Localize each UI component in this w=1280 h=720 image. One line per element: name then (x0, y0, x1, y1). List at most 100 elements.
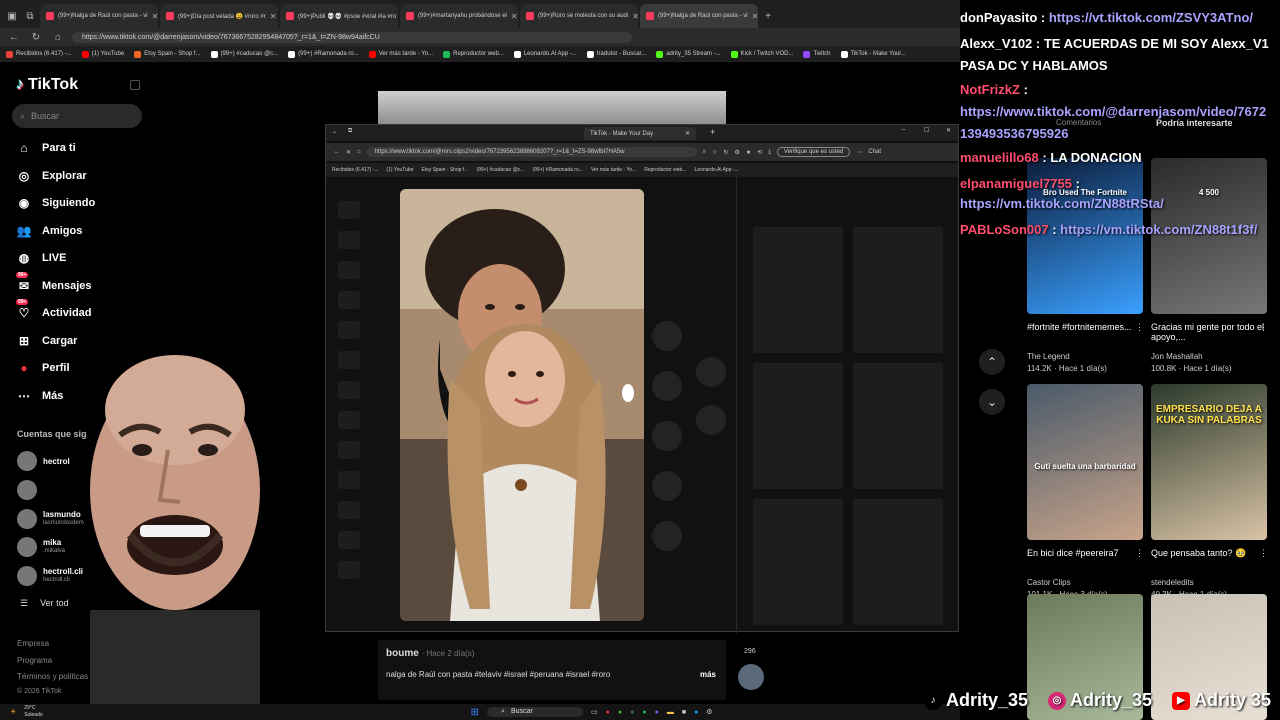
history-icon[interactable]: ⟲ (757, 149, 762, 156)
chat-button[interactable]: Chat (868, 149, 881, 155)
refresh-icon[interactable]: ↻ (28, 29, 44, 45)
favorites-icon[interactable]: ★ (746, 149, 751, 156)
stop-icon[interactable]: ✕ (346, 149, 351, 156)
chat-link[interactable]: https://vm.tiktok.com/ZN88tRSta/ (960, 196, 1164, 211)
tiktok-logo[interactable]: ♪ TikTok (16, 76, 78, 94)
search-input[interactable]: ⌕ Buscar (12, 104, 142, 128)
bookmark-item[interactable]: Recibidos (6.417) -... (6, 50, 72, 58)
bookmark-item[interactable]: (99+) #caducao @c... (210, 50, 278, 58)
close-icon[interactable]: ✕ (752, 12, 758, 21)
taskbar-search[interactable]: ⌕ Buscar (487, 707, 584, 717)
extensions-icon[interactable]: ⚙ (734, 149, 739, 156)
popup-tab[interactable]: TikTok - Make Your Day ✕ (584, 127, 696, 140)
spotify-icon[interactable]: ● (642, 709, 646, 716)
tab-might-interest[interactable]: Podría interesarte (1156, 118, 1233, 128)
settings-icon[interactable]: ⚙ (706, 708, 712, 716)
chevron-down-icon[interactable]: ⌄ (332, 128, 337, 135)
bookmark-item[interactable]: Etsy Spain - Shop f... (134, 50, 201, 58)
more-caption-button[interactable]: más (700, 670, 716, 679)
browser-tab[interactable]: (99+)Roro se molesta con su audi ✕ (520, 4, 638, 28)
popup-bookmark-item[interactable]: Ver más tarde - Yo... (591, 167, 636, 173)
bookmark-item[interactable]: TikTok - Make Your... (840, 50, 906, 58)
footer-company-link[interactable]: Empresa (17, 639, 49, 648)
video-title[interactable]: Gracias mi gente por todo el apoyo,... (1151, 322, 1271, 342)
new-tab-icon[interactable]: + (710, 127, 715, 137)
refresh-icon[interactable]: ↻ (723, 149, 728, 156)
popup-url-input[interactable]: https://www.tiktok.com/@mrs.clips2/video… (366, 147, 697, 157)
following-account[interactable]: lasmundo lasmundosdem (17, 508, 84, 530)
more-options-icon[interactable]: ⋮ (1135, 548, 1144, 559)
bookmark-item[interactable]: (1) YouTube (81, 50, 124, 58)
video-author[interactable]: stendeledits (1151, 578, 1194, 587)
collapse-sidebar-icon[interactable] (130, 80, 140, 90)
more-options-icon[interactable]: ⋮ (1135, 322, 1144, 333)
chat-link[interactable]: https://www.tiktok.com/@darrenjasom/vide… (960, 104, 1266, 119)
sidebar-item-amigos[interactable]: 👥 Amigos (16, 221, 83, 241)
following-account[interactable]: mika .mikalva (17, 536, 65, 558)
bookmark-item[interactable]: Reproductor web... (443, 50, 504, 58)
url-input[interactable]: https://www.tiktok.com/@darrenjasom/vide… (72, 31, 632, 43)
chat-link[interactable]: 139493536795926 (960, 126, 1068, 141)
app-icon[interactable]: ■ (682, 709, 686, 716)
home-icon[interactable]: ⌂ (50, 29, 66, 45)
browser-tab[interactable]: (99+)#martanyahu probándose el ✕ (400, 4, 518, 28)
chrome-icon[interactable]: ● (618, 709, 622, 716)
star-icon[interactable]: ☆ (712, 149, 717, 156)
following-account[interactable]: hectrol (17, 450, 70, 472)
popup-bookmark-item[interactable]: Leonardo.Ai App -... (695, 167, 739, 173)
sidebar-item-cargar[interactable]: ⊞ Cargar (16, 331, 78, 351)
sidebar-item-más[interactable]: ⋯ Más (16, 386, 63, 406)
discord-icon[interactable]: ● (655, 709, 659, 716)
popup-bookmark-item[interactable]: (99+) #caducao @c... (476, 167, 524, 173)
scroll-up-button[interactable]: ⌃ (979, 349, 1005, 375)
windows-start-icon[interactable]: ⊞ (471, 707, 479, 718)
opera-icon[interactable]: ● (606, 709, 610, 716)
chat-link[interactable]: https://vt.tiktok.com/ZSVY3ATno/ (1049, 10, 1253, 25)
browser-tab-active[interactable]: (99+)Nalga de Raúl con pasta - vi ✕ (640, 4, 758, 28)
popup-bookmark-item[interactable]: Etsy Spain - Shop f... (421, 167, 468, 173)
bookmark-item[interactable]: Kick / Twitch VOD... (730, 50, 793, 58)
see-all-link[interactable]: ☰ Ver tod (20, 598, 69, 609)
bookmark-item[interactable]: Ver más tarde - Yo... (368, 50, 433, 58)
sidebar-item-actividad[interactable]: ♡ 99+ Actividad (16, 299, 92, 323)
popup-bookmark-item[interactable]: Reproductor web... (644, 167, 686, 173)
home-icon[interactable]: ⌂ (357, 149, 361, 155)
video-author[interactable]: boume (386, 648, 419, 659)
video-author[interactable]: The Legend (1027, 352, 1070, 361)
bookmark-item[interactable]: Twitch (803, 50, 831, 58)
creator-avatar[interactable] (738, 664, 764, 690)
bookmark-item[interactable]: adrity_35 Stream -... (656, 50, 721, 58)
minimize-icon[interactable]: – (902, 127, 905, 133)
more-options-icon[interactable]: ⋮ (1259, 548, 1268, 559)
sidebar-item-perfil[interactable]: ● Perfil (16, 358, 69, 378)
following-account[interactable] (17, 479, 43, 501)
bookmark-item[interactable]: tradutor - Buscar... (586, 50, 646, 58)
edge-icon[interactable]: ● (694, 709, 698, 716)
more-options-icon[interactable]: ⋮ (1259, 322, 1268, 333)
more-options-icon[interactable]: ⋯ (856, 149, 862, 156)
scroll-down-button[interactable]: ⌄ (979, 389, 1005, 415)
sidebar-item-explorar[interactable]: ◎ Explorar (16, 166, 87, 186)
popup-video-player[interactable] (400, 189, 644, 621)
back-icon[interactable]: ← (334, 149, 340, 155)
folder-icon[interactable]: ▬ (667, 709, 674, 716)
sidebar-item-para-ti[interactable]: ⌂ Para ti (16, 138, 75, 158)
video-author[interactable]: Jon Mashallah (1151, 352, 1203, 361)
video-thumbnail[interactable]: Guti suelta una barbaridad (1027, 384, 1143, 540)
task-view-icon[interactable]: ▭ (591, 708, 598, 716)
back-icon[interactable]: ← (6, 29, 22, 45)
footer-terms-link[interactable]: Términos y políticas (17, 672, 88, 681)
close-window-icon[interactable]: ✕ (946, 127, 951, 134)
video-title[interactable]: Que pensaba tanto? 🥹 (1151, 548, 1271, 559)
sidebar-item-siguiendo[interactable]: ◉ Siguiendo (16, 193, 95, 213)
close-icon[interactable]: ✕ (152, 12, 158, 21)
download-icon[interactable]: ⤓ (768, 149, 771, 156)
browser-tab[interactable]: (99+)Día post velada 😩 #roro #r ✕ (160, 4, 278, 28)
browser-tab[interactable]: (99+)Publi 💀💀 #psoe #viral #la #ro✕ (280, 4, 398, 28)
zoom-icon[interactable]: ⌕ (703, 149, 706, 156)
sidebar-item-mensajes[interactable]: ✉ 99+ Mensajes (16, 271, 92, 296)
video-author[interactable]: Castor Clips (1027, 578, 1071, 587)
tab-actions-icon[interactable]: ⧉ (22, 8, 38, 24)
maximize-icon[interactable]: ☐ (924, 127, 929, 134)
video-title[interactable]: En bici dice #peereira7 (1027, 548, 1147, 558)
